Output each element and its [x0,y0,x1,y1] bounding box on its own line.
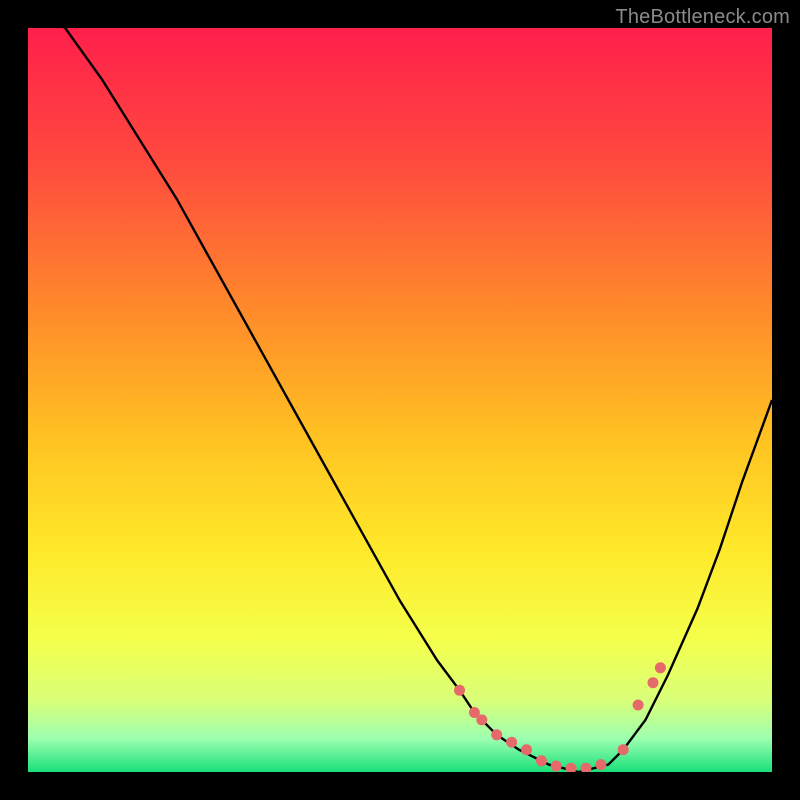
chart-frame: TheBottleneck.com [0,0,800,800]
data-point [521,744,532,755]
watermark-text: TheBottleneck.com [615,6,790,29]
data-point [618,744,629,755]
data-point [648,677,659,688]
data-point [454,685,465,696]
data-point [536,755,547,766]
chart-svg [28,28,772,772]
data-point [655,662,666,673]
data-point [476,714,487,725]
plot-area [28,28,772,772]
data-point [551,761,562,772]
data-point [633,700,644,711]
data-point [506,737,517,748]
data-point [595,759,606,770]
data-point [491,729,502,740]
